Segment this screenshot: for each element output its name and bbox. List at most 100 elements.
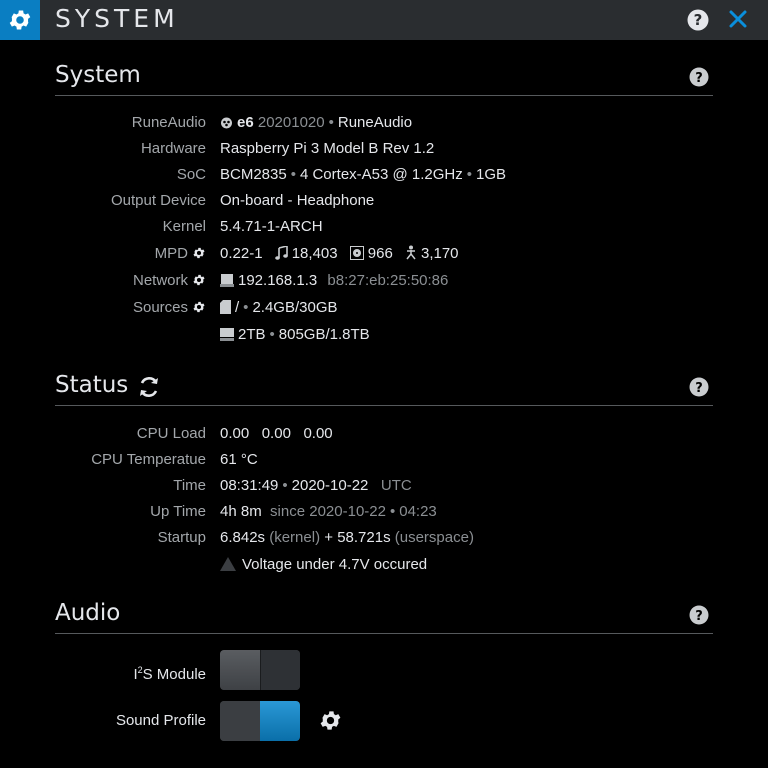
startup-plus: + [324, 529, 334, 546]
help-icon[interactable]: ? [687, 9, 709, 31]
cpu-load-row: CPU Load 0.00 0.00 0.00 [0, 422, 768, 446]
uptime-value: 4h 8m [220, 503, 262, 520]
uptime-row: Up Time 4h 8m since 2020-10-22 • 04:23 [0, 500, 768, 524]
i2s-module-label: I2S Module [133, 665, 206, 683]
soc-label: SoC [176, 166, 206, 183]
top-bar: SYSTEM ? [0, 0, 768, 40]
sound-profile-row: Sound Profile [0, 709, 768, 733]
sources-label: Sources [132, 299, 188, 316]
i2s-module-row: I2S Module [0, 658, 768, 683]
voltage-warning-row: Voltage under 4.7V occured [0, 553, 768, 577]
voltage-warning-text: Voltage under 4.7V occured [242, 556, 428, 573]
mpd-album-count: 966 [367, 245, 393, 262]
close-icon[interactable] [726, 7, 750, 31]
soc-chip: BCM2835 [220, 166, 287, 183]
startup-label: Startup [157, 529, 206, 546]
raspberry-logo-icon [221, 117, 232, 129]
audio-section-header: Audio ? [55, 600, 713, 634]
hardware-row: Hardware Raspberry Pi 3 Model B Rev 1.2 [0, 137, 768, 161]
startup-row: Startup 6.842s (kernel) + 58.721s (users… [0, 526, 768, 550]
album-icon [349, 246, 364, 260]
svg-text:?: ? [695, 609, 703, 624]
audio-help-icon[interactable]: ? [689, 605, 709, 625]
kernel-row: Kernel 5.4.71-1-ARCH [0, 215, 768, 239]
refresh-icon[interactable] [136, 374, 162, 400]
sources-root-usage: 2.4GB/30GB [252, 299, 338, 316]
mpd-song-count: 18,403 [291, 245, 338, 262]
kernel-value: 5.4.71-1-ARCH [220, 218, 323, 235]
cpu-load-15: 0.00 [303, 425, 333, 442]
uptime-label: Up Time [150, 503, 206, 520]
time-label: Time [173, 477, 206, 494]
kernel-label: Kernel [162, 218, 206, 235]
status-section-header: Status ? [55, 372, 713, 406]
mpd-artist-count: 3,170 [420, 245, 459, 262]
status-help-icon[interactable]: ? [689, 377, 709, 397]
mpd-label: MPD [154, 245, 188, 262]
sd-card-icon [220, 300, 231, 314]
mpd-settings-icon[interactable] [192, 246, 206, 260]
cpu-load-5: 0.00 [261, 425, 291, 442]
soc-row: SoC BCM2835 • 4 Cortex-A53 @ 1.2GHz • 1GB [0, 163, 768, 187]
runeaudio-version: e6 [237, 114, 254, 131]
system-section-header: System ? [55, 62, 713, 96]
output-device-label: Output Device [110, 192, 206, 209]
system-heading: System [55, 62, 141, 88]
time-row: Time 08:31:49 • 2020-10-22 UTC [0, 474, 768, 498]
sources-usb: 2TB [238, 326, 266, 343]
soc-cpu: 4 Cortex-A53 @ 1.2GHz [299, 166, 463, 183]
hardware-value: Raspberry Pi 3 Model B Rev 1.2 [220, 140, 435, 157]
hardware-label: Hardware [140, 140, 206, 157]
warning-icon [220, 557, 236, 571]
network-label: Network [132, 272, 188, 289]
output-device-row: Output Device On-board - Headphone [0, 189, 768, 213]
sound-profile-label: Sound Profile [115, 712, 206, 729]
svg-text:?: ? [694, 11, 703, 29]
sources-usb-row: 2TB • 805GB/1.8TB [0, 323, 768, 347]
mpd-version: 0.22-1 [220, 245, 263, 262]
time-date: 2020-10-22 [291, 477, 369, 494]
uptime-since: since 2020-10-22 [270, 503, 386, 520]
music-note-icon [274, 246, 288, 260]
network-ip: 192.168.1.3 [238, 272, 318, 289]
sources-root: / [235, 299, 240, 316]
cpu-load-1: 0.00 [220, 425, 250, 442]
sources-row: Sources / • 2.4GB/30GB [132, 299, 338, 316]
usb-drive-icon [220, 328, 234, 341]
artist-icon [406, 245, 416, 260]
status-heading: Status [55, 372, 129, 398]
network-card-icon [220, 274, 234, 287]
runeaudio-label: RuneAudio [131, 114, 206, 131]
svg-text:?: ? [695, 71, 703, 86]
startup-user-tag: (userspace) [394, 529, 474, 546]
cpu-load-label: CPU Load [136, 425, 206, 442]
uptime-since-time: 04:23 [399, 503, 437, 520]
startup-kernel-time: 6.842s [220, 529, 266, 546]
network-mac: b8:27:eb:25:50:86 [327, 272, 449, 289]
sound-profile-settings-icon[interactable] [318, 708, 343, 733]
soc-ram: 1GB [476, 166, 507, 183]
startup-user-time: 58.721s [337, 529, 391, 546]
settings-gear-icon[interactable] [0, 0, 40, 40]
sound-profile-toggle[interactable] [220, 701, 300, 741]
runeaudio-build: 20201020 [257, 114, 325, 131]
runeaudio-name: RuneAudio [337, 114, 413, 131]
svg-text:?: ? [695, 381, 703, 396]
cpu-temp-row: CPU Temperatue 61 °C [0, 448, 768, 472]
network-row: Network 192.168.1.3 b8:27:eb:25:50:86 [0, 269, 768, 293]
time-timezone: UTC [380, 477, 412, 494]
audio-heading: Audio [55, 600, 121, 626]
sources-usb-usage: 805GB/1.8TB [278, 326, 370, 343]
sources-settings-icon[interactable] [192, 300, 206, 314]
system-help-icon[interactable]: ? [689, 67, 709, 87]
time-clock: 08:31:49 [220, 477, 279, 494]
runeaudio-row: RuneAudio e6 20201020 • RuneAudio [0, 111, 768, 135]
output-device-value: On-board - Headphone [220, 192, 375, 209]
cpu-temp-value: 61 °C [220, 451, 258, 468]
mpd-row: MPD 0.22-1 18,403 966 3,170 [0, 242, 768, 266]
cpu-temp-label: CPU Temperatue [91, 451, 206, 468]
startup-kernel-tag: (kernel) [269, 529, 321, 546]
network-settings-icon[interactable] [192, 273, 206, 287]
page-title: SYSTEM [55, 4, 179, 33]
i2s-module-toggle[interactable] [220, 650, 300, 690]
